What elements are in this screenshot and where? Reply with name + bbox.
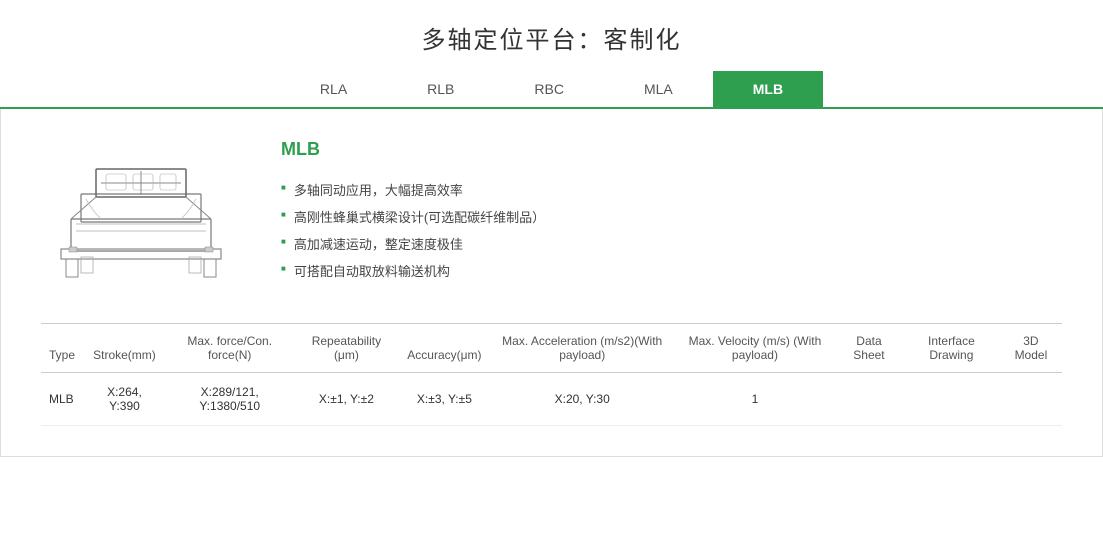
col-header-max-accel: Max. Acceleration (m/s2)(With payload) bbox=[490, 324, 675, 373]
product-name: MLB bbox=[281, 139, 1062, 160]
feature-list: 多轴同动应用，大幅提高效率 高刚性蜂巢式横梁设计(可选配碳纤维制品） 高加减速运… bbox=[281, 176, 1062, 284]
feature-item: 多轴同动应用，大幅提高效率 bbox=[281, 176, 1062, 203]
table-header-row: Type Stroke(mm) Max. force/Con. force(N)… bbox=[41, 324, 1062, 373]
product-section: MLB 多轴同动应用，大幅提高效率 高刚性蜂巢式横梁设计(可选配碳纤维制品） 高… bbox=[41, 139, 1062, 299]
cell-max-accel: X:20, Y:30 bbox=[490, 373, 675, 426]
col-header-max-force: Max. force/Con. force(N) bbox=[166, 324, 294, 373]
tab-rbc[interactable]: RBC bbox=[494, 71, 604, 107]
page-title: 多轴定位平台：客制化 bbox=[0, 0, 1103, 71]
col-header-data-sheet: Data Sheet bbox=[835, 324, 903, 373]
product-details: MLB 多轴同动应用，大幅提高效率 高刚性蜂巢式横梁设计(可选配碳纤维制品） 高… bbox=[281, 139, 1062, 284]
cell-data-sheet bbox=[835, 373, 903, 426]
col-header-accuracy: Accuracy(μm) bbox=[399, 324, 489, 373]
col-header-type: Type bbox=[41, 324, 83, 373]
table-row: MLB X:264, Y:390 X:289/121, Y:1380/510 X… bbox=[41, 373, 1062, 426]
cell-type: MLB bbox=[41, 373, 83, 426]
col-header-repeatability: Repeatability (μm) bbox=[294, 324, 400, 373]
content-panel: MLB 多轴同动应用，大幅提高效率 高刚性蜂巢式横梁设计(可选配碳纤维制品） 高… bbox=[0, 109, 1103, 457]
feature-item: 高刚性蜂巢式横梁设计(可选配碳纤维制品） bbox=[281, 203, 1062, 230]
tab-bar: RLA RLB RBC MLA MLB bbox=[0, 71, 1103, 109]
tab-mla[interactable]: MLA bbox=[604, 71, 713, 107]
col-header-3d-model: 3D Model bbox=[1000, 324, 1062, 373]
tab-mlb[interactable]: MLB bbox=[713, 71, 823, 107]
cell-accuracy: X:±3, Y:±5 bbox=[399, 373, 489, 426]
col-header-max-velocity: Max. Velocity (m/s) (With payload) bbox=[675, 324, 835, 373]
cell-max-force: X:289/121, Y:1380/510 bbox=[166, 373, 294, 426]
feature-item: 高加减速运动，整定速度极佳 bbox=[281, 230, 1062, 257]
cell-repeatability: X:±1, Y:±2 bbox=[294, 373, 400, 426]
product-image-wrap bbox=[41, 139, 241, 299]
cell-interface-drawing bbox=[903, 373, 1000, 426]
col-header-interface-drawing: Interface Drawing bbox=[903, 324, 1000, 373]
tab-rlb[interactable]: RLB bbox=[387, 71, 494, 107]
cell-max-velocity: 1 bbox=[675, 373, 835, 426]
col-header-stroke: Stroke(mm) bbox=[83, 324, 166, 373]
cell-3d-model bbox=[1000, 373, 1062, 426]
feature-item: 可搭配自动取放料输送机构 bbox=[281, 257, 1062, 284]
specs-table: Type Stroke(mm) Max. force/Con. force(N)… bbox=[41, 324, 1062, 426]
product-image bbox=[51, 139, 231, 299]
cell-stroke: X:264, Y:390 bbox=[83, 373, 166, 426]
tab-rla[interactable]: RLA bbox=[280, 71, 387, 107]
